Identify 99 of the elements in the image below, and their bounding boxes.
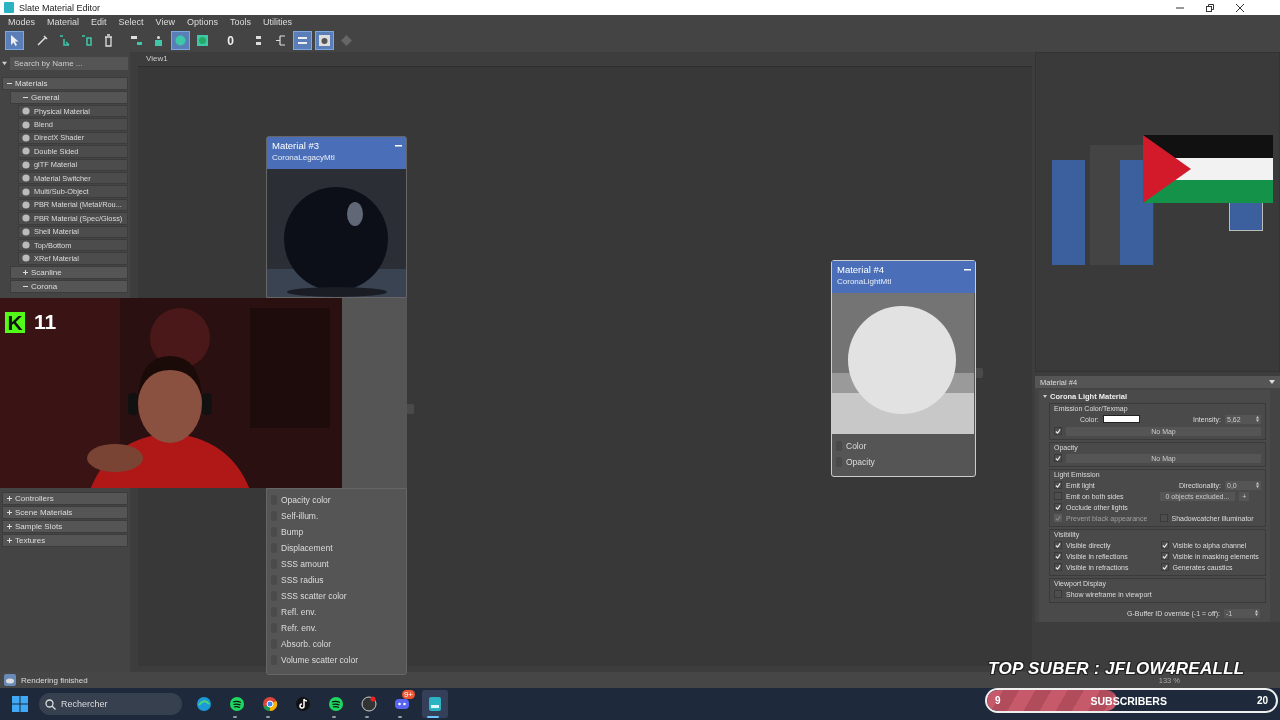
view-tab[interactable]: View1 (142, 54, 172, 66)
menu-item[interactable]: Tools (225, 17, 259, 27)
slot-label: Volume scatter color (281, 655, 358, 665)
music-icon (229, 696, 245, 712)
checkbox[interactable] (1054, 503, 1062, 511)
caret-icon[interactable] (2, 60, 7, 66)
node-type: CoronaLegacyMtl (272, 153, 335, 162)
wave-icon (196, 696, 212, 712)
cursor-icon (8, 34, 21, 47)
spinner-arrows-icon[interactable] (1255, 610, 1258, 616)
checker-icon (196, 34, 209, 47)
tree-icon (274, 34, 287, 47)
goal-current: 9 (995, 695, 1001, 706)
checkbox[interactable] (1054, 427, 1062, 435)
menu-item[interactable]: Edit (87, 17, 115, 27)
menu-item[interactable]: Utilities (258, 17, 300, 27)
chat-icon (394, 696, 410, 712)
menu-item[interactable]: View (151, 17, 183, 27)
note-icon (295, 696, 311, 712)
minus-icon[interactable] (7, 81, 12, 86)
tool-button[interactable]: 0 (221, 31, 240, 50)
slot-label: Self-illum. (281, 511, 319, 521)
slot-label: SSS amount (281, 559, 329, 569)
app-icon (4, 2, 14, 13)
plus-icon[interactable] (23, 269, 28, 275)
window-icon (318, 34, 331, 47)
category-header[interactable]: Scanline (10, 265, 128, 279)
category-header[interactable]: Corona (10, 279, 128, 293)
tool-button[interactable] (315, 31, 334, 50)
app-icon (427, 696, 443, 712)
category-header[interactable]: General (10, 91, 128, 104)
caret-icon[interactable] (1269, 380, 1275, 384)
viewer-count: 11 (34, 310, 57, 334)
tool-button[interactable] (293, 31, 312, 50)
record-icon (361, 696, 377, 712)
music-icon (328, 696, 344, 712)
slot-label: SSS scatter color (281, 591, 347, 601)
arrows-icon (58, 34, 71, 47)
window-title: Slate Material Editor (19, 2, 102, 13)
taskbar-search-field[interactable]: Rechercher (39, 693, 182, 715)
spinner-arrows-icon[interactable] (1256, 416, 1259, 422)
slot-label: Displacement (281, 543, 333, 553)
checkbox[interactable] (1054, 481, 1062, 489)
notification-badge: 9+ (401, 690, 415, 699)
list-icon (296, 34, 309, 47)
status-message: Rendering finished (21, 675, 89, 685)
caret-icon[interactable] (1043, 395, 1047, 398)
arrows-icon (80, 34, 93, 47)
minus-icon[interactable] (23, 95, 28, 100)
slot-label: Refr. env. (281, 623, 317, 633)
checkbox[interactable] (1054, 552, 1062, 560)
category-header[interactable]: Materials (2, 77, 128, 90)
slot-label: Absorb. color (281, 639, 332, 649)
checkbox[interactable] (1160, 552, 1169, 560)
sphere-icon (174, 34, 187, 47)
menu-item[interactable]: Options (182, 17, 226, 27)
browser-icon (262, 696, 278, 712)
logo: K (5, 311, 25, 333)
plus-icon[interactable] (7, 495, 12, 501)
taskbar-app[interactable] (422, 690, 448, 718)
category-header[interactable]: Textures (2, 533, 128, 547)
checkbox[interactable] (1054, 541, 1062, 549)
checkbox[interactable] (1160, 541, 1169, 549)
node-title: Material #4 (837, 264, 884, 275)
minus-icon[interactable] (23, 283, 28, 289)
slot-label: Refl. env. (281, 607, 317, 617)
checkbox[interactable] (1160, 563, 1169, 571)
eyedropper-icon (36, 34, 49, 47)
close-icon[interactable] (1236, 3, 1244, 12)
slot-label: SSS radius (281, 575, 324, 585)
menu-item[interactable]: Material (43, 17, 88, 27)
checkbox[interactable] (1054, 454, 1062, 462)
node-title: Material #3 (272, 140, 319, 151)
tool-button[interactable] (5, 31, 24, 50)
category-header[interactable]: Sample Slots (2, 519, 128, 533)
overlay-text: TOP SUBER : JFLOW4REALLL (988, 659, 1245, 678)
taskbar-app[interactable]: 9+ (389, 690, 415, 718)
search-field[interactable]: Search by Name ... (10, 56, 128, 70)
slot-label: Bump (281, 527, 304, 537)
spinner-arrows-icon[interactable] (1256, 482, 1259, 488)
slot-label: Opacity (846, 457, 875, 467)
checkbox[interactable] (1054, 563, 1062, 571)
grid-icon (340, 34, 353, 47)
menu-item[interactable]: Modes (4, 17, 43, 27)
plus-icon[interactable] (7, 523, 12, 529)
trash-icon (102, 34, 115, 47)
material-node[interactable]: Material #4 CoronaLightMtl Color Opacity (831, 260, 976, 477)
node-type: CoronaLightMtl (837, 277, 892, 286)
layout-icon (130, 34, 143, 47)
plus-icon[interactable] (7, 537, 12, 543)
category-header[interactable]: Scene Materials (2, 505, 128, 519)
slot-label: Color (846, 441, 867, 451)
color-swatch[interactable] (1102, 415, 1140, 423)
slot-label: Opacity color (281, 495, 331, 505)
menu-item[interactable]: Select (114, 17, 152, 27)
restore-icon[interactable] (1206, 3, 1214, 12)
goal-target: 20 (1256, 695, 1268, 706)
category-header[interactable]: Controllers (2, 491, 128, 505)
plus-icon[interactable] (7, 509, 12, 515)
